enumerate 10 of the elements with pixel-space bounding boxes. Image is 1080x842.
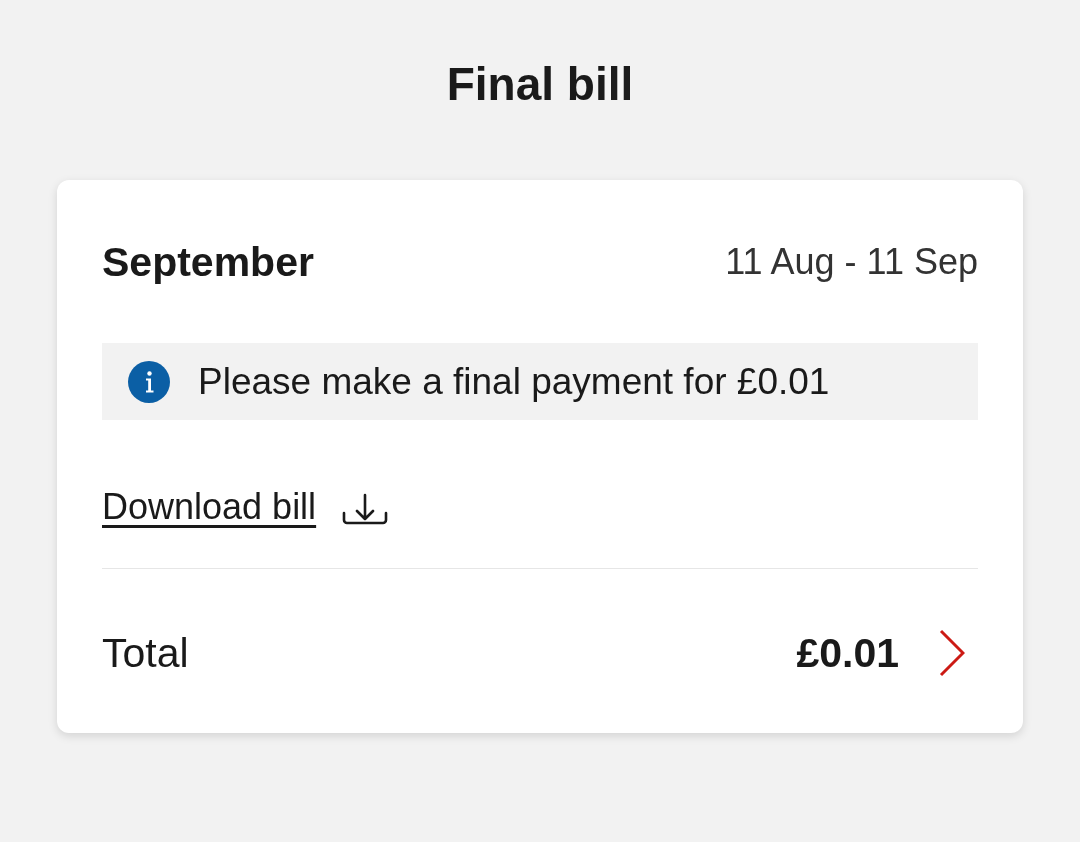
download-bill-link[interactable]: Download bill	[102, 485, 317, 529]
bill-month: September	[102, 240, 314, 284]
total-amount: £0.01	[796, 629, 899, 677]
download-icon[interactable]	[342, 493, 389, 525]
notice-text: Please make a final payment for £0.01	[198, 359, 830, 404]
chevron-icon[interactable]	[939, 629, 965, 677]
page-title: Final bill	[445, 57, 635, 112]
bill-period: 11 Aug - 11 Sep	[725, 240, 978, 284]
info-icon	[128, 360, 170, 403]
total-label: Total	[102, 629, 189, 677]
